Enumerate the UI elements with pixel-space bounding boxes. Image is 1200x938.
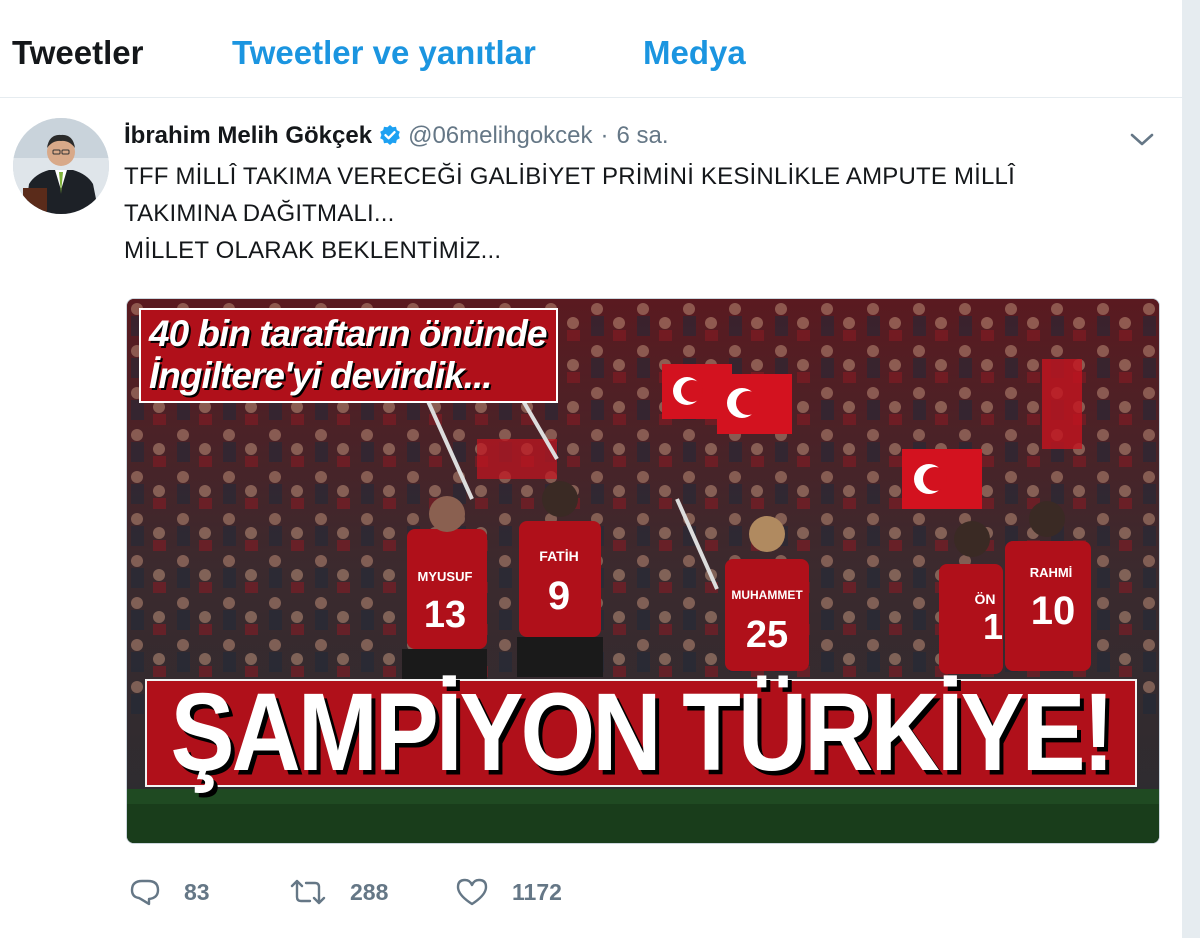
author-name[interactable]: İbrahim Melih Gökçek [124, 122, 372, 150]
author-handle[interactable]: @06melihgokcek [408, 122, 592, 150]
tweet-header: İbrahim Melih Gökçek @06melihgokcek · 6 … [124, 119, 669, 153]
heart-icon [456, 878, 488, 906]
retweet-count: 288 [350, 878, 389, 905]
media-headline-line2: İngiltere'yi devirdik... [149, 355, 493, 396]
media-banner: ŞAMPİYON TÜRKİYE! [145, 671, 1137, 794]
tweet-timestamp[interactable]: 6 sa. [617, 122, 669, 150]
tweet-media-image[interactable]: MYUSUF 13 FATİH 9 MUHAMMET 25 ÖN 1 RAHMİ… [126, 298, 1160, 844]
verified-badge-icon [378, 124, 402, 148]
tab-media[interactable]: Medya [643, 34, 746, 72]
reply-button[interactable]: 83 [128, 872, 210, 912]
jersey-number: 1 [983, 606, 1003, 647]
jersey-name: ÖN [975, 591, 996, 607]
tweet-text: TFF MİLLÎ TAKIMA VERECEĞİ GALİBİYET PRİM… [124, 158, 1134, 269]
jersey-name: MUHAMMET [731, 588, 803, 602]
jersey-number: 10 [1031, 589, 1076, 633]
jersey-name: RAHMİ [1030, 565, 1073, 580]
jersey-number: 13 [424, 594, 466, 636]
avatar-image [13, 118, 109, 214]
avatar[interactable] [13, 118, 109, 214]
media-banner-text: ŞAMPİYON TÜRKİYE! [170, 670, 1114, 794]
jersey-name: FATİH [539, 548, 578, 564]
chevron-down-icon[interactable] [1127, 126, 1157, 152]
profile-tabs: Tweetler Tweetler ve yanıtlar Medya [0, 0, 1183, 98]
tab-tweets-and-replies[interactable]: Tweetler ve yanıtlar [232, 34, 536, 72]
tweet-text-line: MİLLET OLARAK BEKLENTİMİZ... [124, 237, 502, 264]
turkish-flag-2 [717, 374, 792, 434]
profile-timeline: Tweetler Tweetler ve yanıtlar Medya İbra… [0, 0, 1183, 938]
jersey-number: 25 [746, 614, 788, 656]
turkish-flag-3 [902, 449, 982, 509]
tab-tweets[interactable]: Tweetler [12, 34, 143, 72]
header-separator: · [600, 122, 609, 149]
jersey-name: MYUSUF [418, 569, 473, 584]
tweet-text-line: TAKIMINA DAĞITMALI... [124, 200, 395, 227]
like-count: 1172 [512, 878, 562, 905]
reply-icon [130, 879, 160, 906]
media-headline-line1: 40 bin taraftarın önünde [149, 313, 547, 354]
media-headline: 40 bin taraftarın önünde İngiltere'yi de… [139, 308, 559, 403]
reply-count: 83 [184, 878, 210, 905]
retweet-button[interactable]: 288 [288, 872, 388, 912]
tweet-text-line: TFF MİLLÎ TAKIMA VERECEĞİ GALİBİYET PRİM… [124, 163, 1015, 190]
like-button[interactable]: 1172 [454, 872, 562, 912]
jersey-number: 9 [548, 574, 570, 618]
retweet-icon [290, 879, 326, 905]
